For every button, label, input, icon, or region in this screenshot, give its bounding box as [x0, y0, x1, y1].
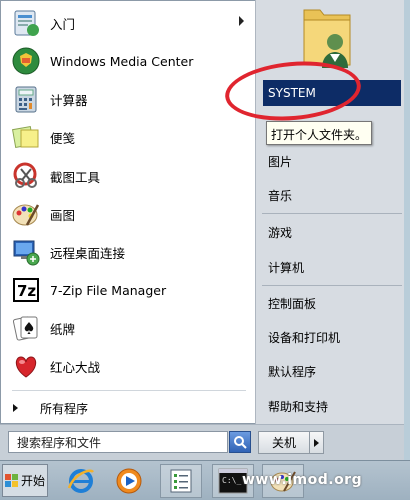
search-placeholder: 搜索程序和文件 [17, 435, 102, 450]
start-menu-bottom-bar: 搜索程序和文件 关机 [0, 424, 404, 460]
program-label: 远程桌面连接 [50, 245, 126, 261]
watermark-text: www.imod.org [242, 472, 363, 488]
taskbar-internet-explorer[interactable] [60, 464, 102, 498]
tooltip: 打开个人文件夹。 [266, 121, 372, 145]
getting-started-icon [10, 7, 42, 39]
program-sticky-notes[interactable]: 便笺 [6, 118, 250, 156]
media-center-icon [10, 45, 42, 77]
program-hearts[interactable]: 红心大战 [6, 347, 250, 385]
program-label: 红心大战 [50, 359, 101, 375]
chevron-right-icon [314, 438, 319, 447]
default-programs-link[interactable]: 默认程序 [263, 360, 401, 382]
solitaire-icon [10, 312, 42, 344]
internet-explorer-icon [67, 469, 94, 493]
program-remote-desktop[interactable]: 远程桌面连接 [6, 233, 250, 271]
user-folder-icon [303, 9, 351, 68]
search-input[interactable]: 搜索程序和文件 [8, 431, 228, 453]
start-label: 开始 [20, 474, 45, 488]
start-button[interactable]: 开始 [2, 464, 48, 497]
program-solitaire[interactable]: 纸牌 [6, 309, 250, 347]
program-label: 画图 [50, 207, 76, 223]
program-snipping-tool[interactable]: 截图工具 [6, 157, 250, 195]
svg-text:C:\_: C:\_ [222, 476, 241, 485]
help-support-link[interactable]: 帮助和支持 [263, 395, 401, 417]
search-icon [234, 436, 247, 449]
program-label: Windows Media Center [50, 53, 194, 69]
program-label: 便笺 [50, 130, 76, 146]
media-player-icon [116, 468, 142, 494]
program-label: 截图工具 [50, 169, 101, 185]
games-label: 游戏 [268, 225, 293, 240]
control-panel-link[interactable]: 控制面板 [263, 292, 401, 314]
user-picture[interactable] [300, 4, 356, 72]
computer-link[interactable]: 计算机 [263, 256, 401, 278]
tooltip-text: 打开个人文件夹。 [271, 128, 368, 142]
pictures-label: 图片 [268, 154, 293, 169]
search-button[interactable] [229, 431, 251, 453]
user-folder-link[interactable]: SYSTEM [263, 80, 401, 106]
start-menu: 入门 Windows Media Center 计算器 便笺 截图工具 画图 远… [0, 0, 404, 460]
help-support-label: 帮助和支持 [268, 399, 329, 414]
windows-logo-icon [4, 473, 18, 487]
devices-printers-link[interactable]: 设备和打印机 [263, 326, 401, 348]
program-calculator[interactable]: 计算器 [6, 80, 250, 118]
computer-label: 计算机 [268, 260, 305, 275]
all-programs-button[interactable]: 所有程序 [6, 397, 250, 419]
divider [262, 285, 402, 286]
program-label: 纸牌 [50, 321, 76, 337]
snipping-tool-icon [10, 160, 42, 192]
shutdown-options-button[interactable] [309, 431, 324, 454]
devices-printers-label: 设备和打印机 [268, 330, 341, 345]
divider [262, 213, 402, 214]
pictures-link[interactable]: 图片 [263, 150, 401, 172]
music-link[interactable]: 音乐 [263, 184, 401, 206]
shutdown-button[interactable]: 关机 [258, 431, 310, 454]
shutdown-label: 关机 [271, 436, 296, 450]
remote-desktop-icon [10, 236, 42, 268]
program-media-center[interactable]: Windows Media Center [6, 42, 250, 80]
all-programs-label: 所有程序 [40, 401, 89, 416]
program-getting-started[interactable]: 入门 [6, 4, 250, 42]
svg-text:7z: 7z [17, 282, 36, 300]
submenu-arrow-icon[interactable] [239, 16, 244, 26]
program-label: 计算器 [50, 92, 88, 108]
taskbar-task-list[interactable] [160, 464, 202, 498]
program-paint[interactable]: 画图 [6, 195, 250, 233]
expand-arrow-icon [13, 404, 18, 412]
music-label: 音乐 [268, 188, 293, 203]
games-link[interactable]: 游戏 [263, 221, 401, 243]
calculator-icon [10, 83, 42, 115]
divider [12, 390, 246, 391]
program-7zip[interactable]: 7z 7-Zip File Manager [6, 271, 250, 309]
control-panel-label: 控制面板 [268, 296, 317, 311]
sticky-notes-icon [10, 121, 42, 153]
7zip-icon: 7z [10, 274, 42, 306]
taskbar-media-player[interactable] [108, 464, 150, 498]
hearts-icon [10, 350, 42, 382]
program-label: 7-Zip File Manager [50, 282, 167, 298]
task-list-icon [170, 469, 192, 493]
user-name: SYSTEM [268, 86, 316, 100]
paint-icon [10, 198, 42, 230]
default-programs-label: 默认程序 [268, 364, 317, 379]
program-label: 入门 [50, 16, 76, 32]
